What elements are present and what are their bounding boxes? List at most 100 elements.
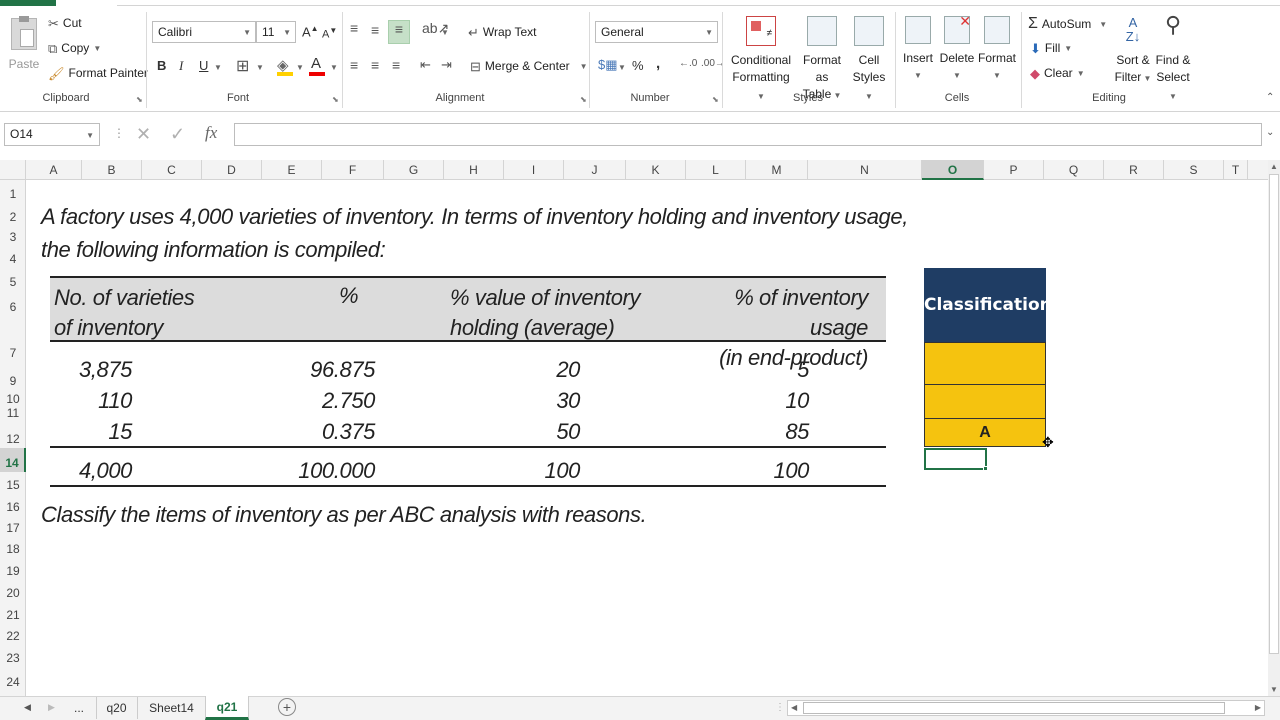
row-header-21[interactable]: 21 [0,602,26,624]
classification-header[interactable]: Classification [924,268,1052,342]
row-header-18[interactable]: 18 [0,537,26,558]
select-all-corner[interactable] [0,160,26,180]
column-header-n[interactable]: N [808,160,922,180]
column-header-r[interactable]: R [1104,160,1164,180]
currency-icon[interactable]: $▦ [598,57,618,73]
more-sheets-button[interactable]: ... [74,701,84,715]
autosum-button[interactable]: Σ AutoSum ▼ [1028,16,1107,32]
selected-cell[interactable] [924,448,987,470]
number-format-select[interactable]: General ▼ [595,21,718,43]
fill-handle[interactable] [983,466,988,471]
italic-button[interactable]: I [179,58,183,74]
column-header-h[interactable]: H [444,160,504,180]
format-cells-button[interactable]: Format ▼ [977,16,1017,84]
row-header-24[interactable]: 24 [0,667,26,691]
column-header-j[interactable]: J [564,160,626,180]
function-icon[interactable]: fx [205,123,217,143]
vertical-scrollbar[interactable]: ▲ ▼ [1268,160,1280,696]
row-header-22[interactable]: 22 [0,624,26,645]
horizontal-scrollbar[interactable]: ◀ ▶ [787,700,1265,716]
increase-font-icon[interactable]: A▲ [302,24,319,39]
dialog-launcher-icon[interactable]: ⬊ [136,95,143,104]
classification-cell-1[interactable] [924,342,1046,385]
column-header-m[interactable]: M [746,160,808,180]
column-header-l[interactable]: L [686,160,746,180]
font-size-select[interactable]: 11 ▼ [256,21,296,43]
column-header-i[interactable]: I [504,160,564,180]
format-painter-button[interactable]: 🖌 Format Painter [48,66,148,80]
row-header-6[interactable]: 6 [0,291,26,316]
align-bottom-icon[interactable]: ≡ [388,20,410,44]
sheet-tab-q21[interactable]: q21 [205,696,249,720]
wrap-text-button[interactable]: ↵ Wrap Text [468,25,536,39]
row-header-15[interactable]: 15 [0,472,26,494]
format-as-table-button[interactable]: Format as Table ▼ [796,16,848,104]
enter-icon[interactable]: ✓ [170,124,185,145]
row-header-16[interactable]: 16 [0,494,26,516]
row-header-14[interactable]: 14 [0,448,26,472]
sort-filter-button[interactable]: A Z↓ Sort & Filter ▼ [1112,16,1154,87]
font-color-icon[interactable]: A [311,55,321,72]
formula-input[interactable] [234,123,1262,146]
decrease-indent-icon[interactable]: ⇤ [420,57,431,73]
column-header-f[interactable]: F [322,160,384,180]
column-header-p[interactable]: P [984,160,1044,180]
column-header-o[interactable]: O [922,160,984,180]
chevron-down-icon[interactable]: ▼ [330,63,338,72]
chevron-down-icon[interactable]: ▼ [296,63,304,72]
column-header-s[interactable]: S [1164,160,1224,180]
row-header-11[interactable]: 11 [0,406,26,422]
align-center-icon[interactable]: ≡ [371,57,379,73]
cancel-icon[interactable]: ✕ [136,124,151,145]
row-header-1[interactable]: 1 [0,180,26,203]
paste-button[interactable]: Paste [6,16,42,73]
underline-button[interactable]: U [199,58,208,73]
dialog-launcher-icon[interactable]: ⬊ [580,95,587,104]
row-header-4[interactable]: 4 [0,246,26,268]
delete-cells-button[interactable]: ✕ Delete ▼ [938,13,976,84]
collapse-ribbon-icon[interactable]: ⌃ [1266,92,1274,103]
borders-icon[interactable]: ⊞ [236,56,249,76]
chevron-down-icon[interactable]: ▼ [256,63,264,72]
row-header-3[interactable]: 3 [0,226,26,246]
insert-cells-button[interactable]: Insert ▼ [900,16,936,84]
column-header-d[interactable]: D [202,160,262,180]
classification-cell-2[interactable] [924,385,1046,419]
dialog-launcher-icon[interactable]: ⬊ [332,95,339,104]
name-box[interactable]: O14 ▼ [4,123,100,146]
row-header-12[interactable]: 12 [0,422,26,448]
row-header-17[interactable]: 17 [0,516,26,537]
decrease-font-icon[interactable]: A▼ [322,26,337,41]
row-header-2[interactable]: 2 [0,203,26,226]
align-top-icon[interactable]: ≡ [350,20,358,36]
row-header-9[interactable]: 9 [0,362,26,390]
chevron-down-icon[interactable]: ▼ [214,63,222,72]
percent-button[interactable]: % [632,58,644,73]
scroll-left-icon[interactable]: ◀ [24,702,31,713]
chevron-down-icon[interactable]: ▼ [441,28,449,37]
row-header-20[interactable]: 20 [0,580,26,602]
row-header-19[interactable]: 19 [0,558,26,580]
font-name-select[interactable]: Calibri ▼ [152,21,256,43]
fill-button[interactable]: ⬇ Fill ▼ [1030,41,1072,55]
add-sheet-icon[interactable]: + [278,698,296,716]
column-header-t[interactable]: T [1224,160,1248,180]
row-header-5[interactable]: 5 [0,268,26,291]
comma-button[interactable]: , [656,55,660,72]
column-header-c[interactable]: C [142,160,202,180]
scroll-right-icon[interactable]: ▶ [48,702,55,713]
column-header-k[interactable]: K [626,160,686,180]
column-header-a[interactable]: A [26,160,82,180]
chevron-down-icon[interactable]: ▼ [618,63,626,72]
merge-center-button[interactable]: ⊟ Merge & Center ▼ [470,59,588,73]
sheet-tab-sheet14[interactable]: Sheet14 [137,697,205,719]
align-left-icon[interactable]: ≡ [350,57,358,73]
column-header-b[interactable]: B [82,160,142,180]
dialog-launcher-icon[interactable]: ⬊ [712,95,719,104]
align-right-icon[interactable]: ≡ [392,57,400,73]
expand-formula-icon[interactable]: ⌄ [1266,127,1274,138]
column-header-q[interactable]: Q [1044,160,1104,180]
classification-cell-3[interactable]: A [924,419,1046,447]
column-header-g[interactable]: G [384,160,444,180]
row-header-7[interactable]: 7 [0,316,26,362]
